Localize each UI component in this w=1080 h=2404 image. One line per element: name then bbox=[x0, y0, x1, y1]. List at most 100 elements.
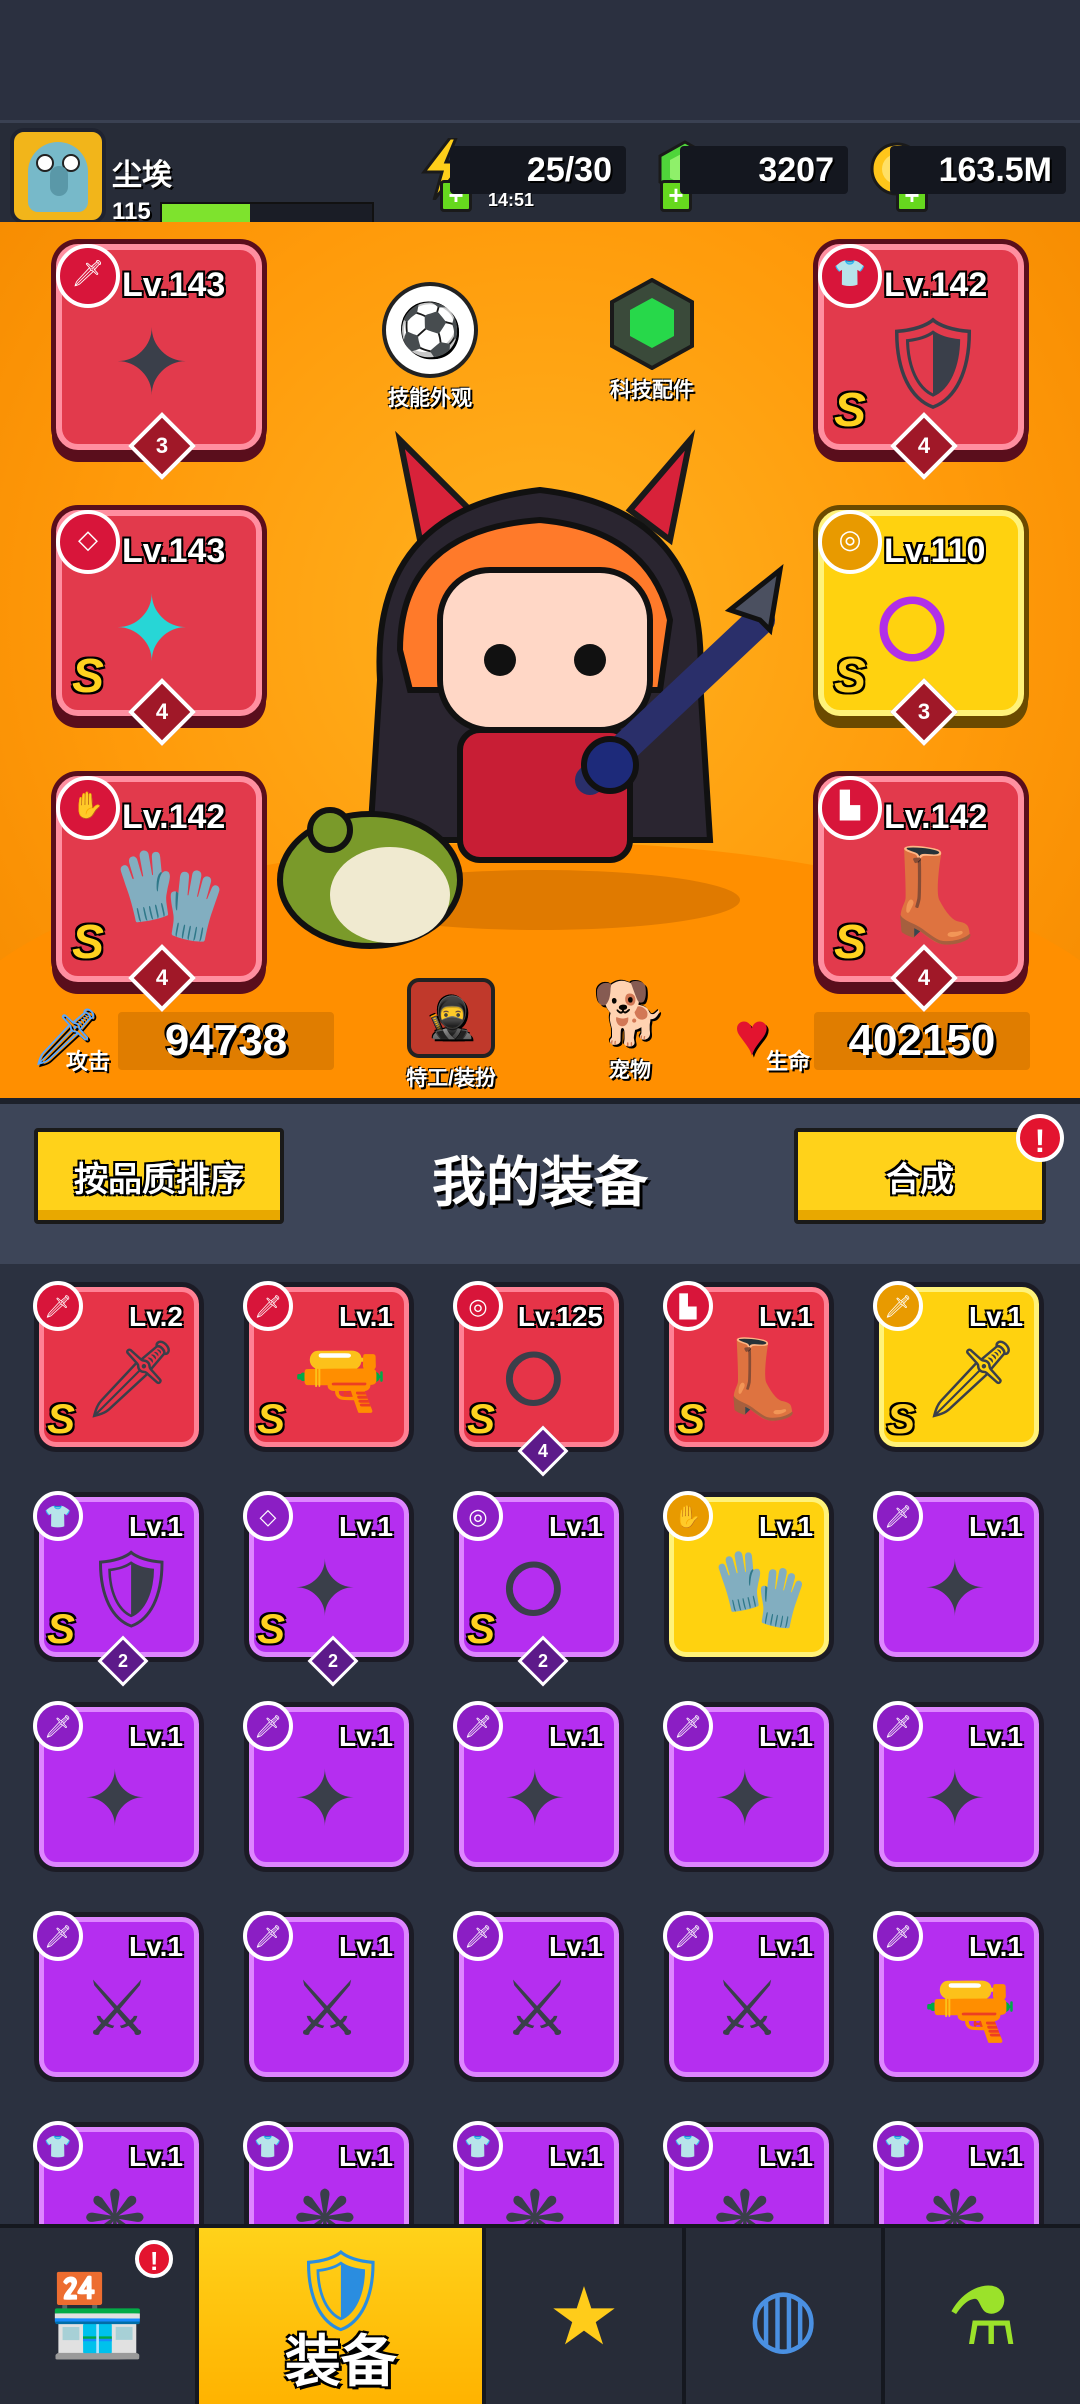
inventory-item[interactable]: 🗡 Lv.1 🗡 S bbox=[873, 1281, 1044, 1452]
item-level: Lv.125 bbox=[517, 1301, 603, 1332]
equipped-belt-slot[interactable]: ◎ Lv.110 ⭘ S 3 bbox=[818, 510, 1024, 746]
bottom-nav: 🏪 ! 🛡 装备 ★ ◍ ⚗ bbox=[0, 2224, 1080, 2404]
grade-label: S bbox=[47, 1605, 76, 1652]
nav-battle-tab[interactable]: ★ bbox=[486, 2228, 686, 2404]
agent-helmet-icon: 🥷 bbox=[407, 978, 495, 1058]
tech-hexagon-icon bbox=[606, 277, 698, 371]
energy-timer: 14:51 bbox=[488, 190, 535, 210]
merge-alert-icon: ! bbox=[1016, 1114, 1064, 1162]
inventory-item[interactable]: 👕 Lv.1 🛡 S 2 bbox=[33, 1491, 204, 1687]
inventory-item[interactable]: 🗡 Lv.1 ✦ bbox=[33, 1701, 204, 1872]
gloves-slot-icon: ✋ bbox=[56, 776, 120, 840]
inventory-item[interactable]: 👕 Lv.1 ❋ bbox=[873, 2121, 1044, 2224]
item-art-icon: ❋ bbox=[923, 2177, 987, 2224]
inventory-item[interactable]: 👕 Lv.1 ❋ bbox=[453, 2121, 624, 2224]
player-avatar[interactable] bbox=[10, 128, 106, 224]
inventory-item[interactable]: 🗡 Lv.1 ⚔ bbox=[663, 1911, 834, 2082]
equipped-necklace-slot[interactable]: ◇ Lv.143 ✦ S 4 bbox=[56, 510, 262, 746]
item-level: Lv.1 bbox=[549, 2141, 603, 2172]
shiba-dog-icon: 🐕 bbox=[592, 980, 668, 1047]
agent-outfit-button[interactable]: 🥷 特工/装扮 bbox=[376, 978, 526, 1092]
nav-lab-tab[interactable]: ⚗ bbox=[885, 2228, 1080, 2404]
slot-type-icon: 🗡 bbox=[33, 1911, 83, 1961]
item-art-icon: ❋ bbox=[503, 2177, 567, 2224]
equipped-weapon-slot[interactable]: 🗡 Lv.143 ✦ 3 bbox=[56, 244, 262, 480]
inventory-item[interactable]: 🗡 Lv.1 ⚔ bbox=[33, 1911, 204, 2082]
inventory-item[interactable]: 🗡 Lv.1 ✦ bbox=[453, 1701, 624, 1872]
slot-type-icon: 🗡 bbox=[243, 1911, 293, 1961]
nav-world-tab[interactable]: ◍ bbox=[686, 2228, 885, 2404]
attack-label: 攻击 bbox=[66, 1049, 111, 1074]
equipped-armor-slot[interactable]: 👕 Lv.142 🛡 S 4 bbox=[818, 244, 1024, 480]
nav-shop-tab[interactable]: 🏪 ! bbox=[0, 2228, 200, 2404]
inventory-item[interactable]: ◎ Lv.1 ⭘ S 2 bbox=[453, 1491, 624, 1687]
inventory-item[interactable]: 👕 Lv.1 ❋ bbox=[33, 2121, 204, 2224]
section-title: 我的装备 bbox=[432, 1153, 648, 1213]
inventory-item[interactable]: 👕 Lv.1 ❋ bbox=[243, 2121, 414, 2224]
tech-parts-button[interactable]: 科技配件 bbox=[592, 277, 712, 404]
item-level: Lv.1 bbox=[759, 1511, 813, 1542]
item-level: Lv.1 bbox=[129, 1721, 183, 1752]
grade-label: S bbox=[257, 1395, 286, 1442]
grade-label: S bbox=[257, 1605, 286, 1652]
inventory-item[interactable]: 🗡 Lv.1 ✦ bbox=[243, 1701, 414, 1872]
grade-label: S bbox=[47, 1395, 76, 1442]
item-art-icon: ⚔ bbox=[503, 1967, 572, 2052]
equipped-level: Lv.142 bbox=[884, 798, 988, 836]
inventory-item[interactable]: 👕 Lv.1 ❋ bbox=[663, 2121, 834, 2224]
energy-counter: 25/30 bbox=[450, 146, 626, 194]
item-level: Lv.1 bbox=[549, 1721, 603, 1752]
equipped-level: Lv.142 bbox=[122, 798, 226, 836]
slot-type-icon: 👕 bbox=[663, 2121, 713, 2171]
inventory-item[interactable]: 🗡 Lv.2 🗡 S bbox=[33, 1281, 204, 1452]
item-art-icon: 🛡 bbox=[83, 1547, 180, 1632]
inventory-item[interactable]: 🗡 Lv.1 ✦ bbox=[663, 1701, 834, 1872]
grade-label: S bbox=[467, 1395, 496, 1442]
inventory-item[interactable]: 🗡 Lv.1 🔫 S bbox=[243, 1281, 414, 1452]
skill-skin-button[interactable]: ⚽ 技能外观 bbox=[370, 282, 490, 412]
item-art-icon: ✦ bbox=[293, 1757, 357, 1842]
status-bar bbox=[0, 0, 1080, 120]
grade-label: S bbox=[834, 650, 867, 703]
equipped-gloves-slot[interactable]: ✋ Lv.142 🧤 S 4 bbox=[56, 776, 262, 1012]
inventory-item[interactable]: 🗡 Lv.1 ⚔ bbox=[243, 1911, 414, 2082]
soccer-ball-icon: ⚽ bbox=[382, 282, 478, 378]
item-level: Lv.1 bbox=[969, 1511, 1023, 1542]
inventory-item[interactable]: 🗡 Lv.1 ⚔ bbox=[453, 1911, 624, 2082]
inventory-item[interactable]: 🗡 Lv.1 ✦ bbox=[873, 1491, 1044, 1662]
player-name: 尘埃 bbox=[112, 159, 172, 192]
sort-by-quality-button[interactable]: 按品质排序 bbox=[34, 1128, 284, 1224]
inventory-item[interactable]: 🗡 Lv.1 🔫 bbox=[873, 1911, 1044, 2082]
nav-equipment-tab[interactable]: 🛡 装备 bbox=[199, 2228, 487, 2404]
merge-button[interactable]: 合成 bbox=[794, 1128, 1046, 1224]
item-level: Lv.1 bbox=[129, 1511, 183, 1542]
item-level: Lv.1 bbox=[339, 1511, 393, 1542]
inventory-item[interactable]: ◇ Lv.1 ✦ S 2 bbox=[243, 1491, 414, 1687]
item-level: Lv.1 bbox=[759, 1931, 813, 1962]
pet-label: 宠物 bbox=[609, 1059, 651, 1082]
inventory-item[interactable]: 🗡 Lv.1 ✦ bbox=[873, 1701, 1044, 1872]
kunai-icon: ✦ bbox=[114, 314, 190, 414]
slot-type-icon: 🗡 bbox=[663, 1701, 713, 1751]
item-level: Lv.1 bbox=[759, 1301, 813, 1332]
shop-icon: 🏪 bbox=[47, 2271, 148, 2360]
pet-button[interactable]: 🐕 宠物 bbox=[570, 978, 690, 1084]
item-art-icon: 🧤 bbox=[713, 1547, 808, 1632]
slot-type-icon: 🗡 bbox=[453, 1911, 503, 1961]
slot-type-icon: 🗡 bbox=[33, 1281, 83, 1331]
equipped-boots-slot[interactable]: ▙ Lv.142 👢 S 4 bbox=[818, 776, 1024, 1012]
inventory-item[interactable]: ✋ Lv.1 🧤 bbox=[663, 1491, 834, 1662]
attack-value: 94738 bbox=[118, 1012, 334, 1070]
equipped-level: Lv.143 bbox=[122, 266, 226, 304]
boots-icon: 👢 bbox=[876, 846, 989, 946]
grade-label: S bbox=[887, 1395, 916, 1442]
necklace-icon: ✦ bbox=[114, 580, 190, 680]
item-level: Lv.1 bbox=[759, 1721, 813, 1752]
item-art-icon: ✦ bbox=[503, 1757, 567, 1842]
inventory-item[interactable]: ◎ Lv.125 ⭘ S 4 bbox=[453, 1281, 624, 1477]
inventory-item[interactable]: ▙ Lv.1 👢 S bbox=[663, 1281, 834, 1452]
grade-label: S bbox=[467, 1605, 496, 1652]
grade-label: S bbox=[834, 916, 867, 969]
tech-parts-label: 科技配件 bbox=[610, 379, 694, 402]
gold-counter: 163.5M bbox=[890, 146, 1066, 194]
